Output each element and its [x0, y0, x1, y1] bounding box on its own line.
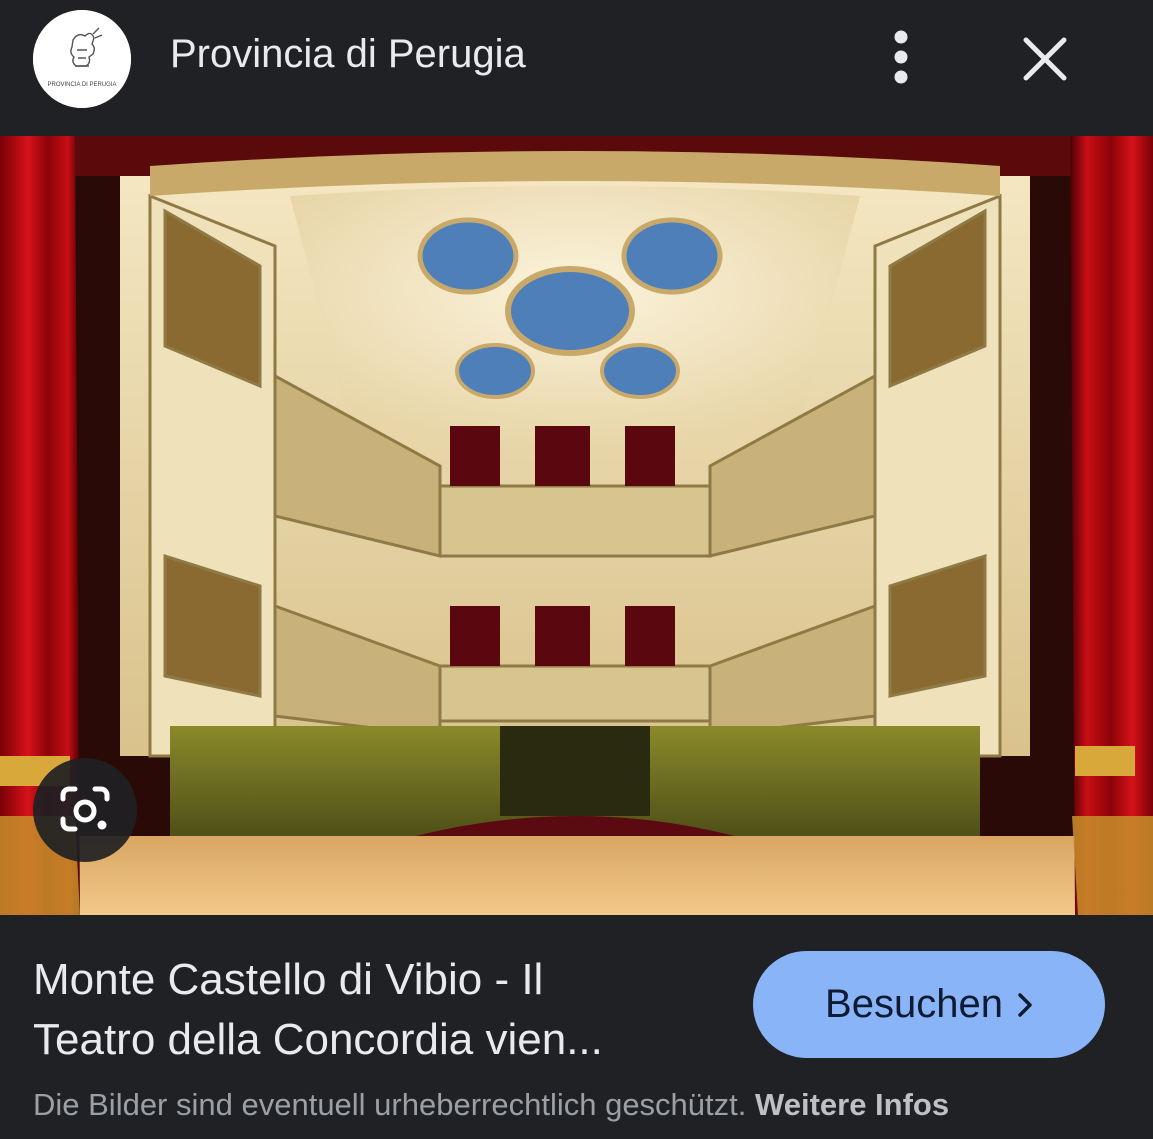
- source-title[interactable]: Provincia di Perugia: [170, 32, 526, 77]
- more-vert-icon: [894, 30, 908, 84]
- copyright-notice: Die Bilder sind eventuell urheberrechtli…: [33, 1087, 949, 1123]
- caption-line-2: Teatro della Concordia vien...: [33, 1015, 603, 1064]
- visit-button[interactable]: Besuchen: [753, 951, 1105, 1058]
- close-icon: [1023, 37, 1067, 81]
- copyright-text: Die Bilder sind eventuell urheberrechtli…: [33, 1087, 747, 1122]
- caption-line-1: Monte Castello di Vibio - Il: [33, 955, 544, 1004]
- more-options-button[interactable]: [870, 26, 932, 88]
- provincia-perugia-logo: PROVINCIA DI PERUGIA: [33, 10, 131, 108]
- top-bar: PROVINCIA DI PERUGIA Provincia di Perugi…: [0, 0, 1153, 136]
- result-image[interactable]: [0, 136, 1153, 915]
- lens-search-button[interactable]: [33, 758, 137, 862]
- more-info-link[interactable]: Weitere Infos: [755, 1087, 949, 1122]
- google-lens-icon: [60, 786, 110, 832]
- source-logo[interactable]: PROVINCIA DI PERUGIA: [33, 10, 131, 108]
- chevron-right-icon: [1017, 992, 1033, 1018]
- close-button[interactable]: [1012, 26, 1078, 92]
- theater-photo: [0, 136, 1153, 915]
- image-caption[interactable]: Monte Castello di Vibio - Il Teatro dell…: [33, 950, 723, 1070]
- svg-text:PROVINCIA DI PERUGIA: PROVINCIA DI PERUGIA: [47, 82, 116, 88]
- visit-button-label: Besuchen: [825, 982, 1003, 1026]
